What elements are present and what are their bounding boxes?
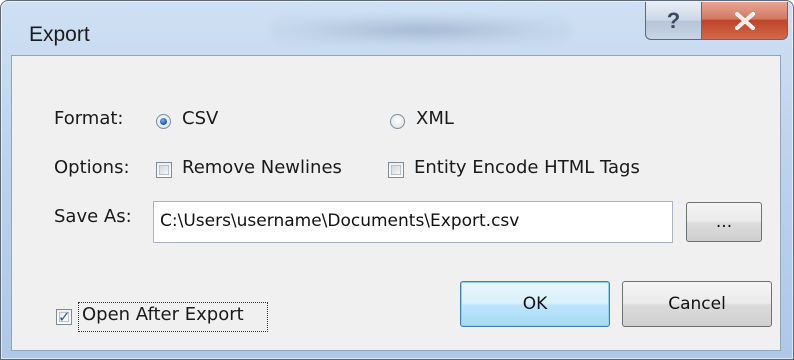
cancel-button-label: Cancel bbox=[668, 294, 726, 314]
ok-button-label: OK bbox=[522, 294, 548, 314]
checkmark-icon: ✓ bbox=[58, 308, 71, 326]
radio-selected-dot bbox=[160, 118, 167, 125]
title-bar-background-blur bbox=[271, 15, 571, 45]
format-radio-xml-label[interactable]: XML bbox=[416, 108, 454, 129]
format-radio-xml[interactable] bbox=[390, 114, 405, 129]
cancel-button[interactable]: Cancel bbox=[622, 281, 772, 327]
export-dialog: Export ? Format: CSV XML Options: Remove… bbox=[0, 0, 794, 360]
save-as-label: Save As: bbox=[54, 206, 132, 227]
browse-button-label: ... bbox=[715, 212, 733, 232]
caption-buttons: ? bbox=[645, 2, 788, 42]
checkbox-inner bbox=[159, 165, 169, 175]
save-as-path-input[interactable]: C:\Users\username\Documents\Export.csv bbox=[153, 201, 673, 243]
entity-encode-checkbox[interactable] bbox=[388, 162, 404, 178]
format-radio-csv-label[interactable]: CSV bbox=[182, 108, 218, 129]
remove-newlines-label[interactable]: Remove Newlines bbox=[182, 157, 342, 178]
format-label: Format: bbox=[54, 108, 124, 129]
remove-newlines-checkbox[interactable] bbox=[156, 162, 172, 178]
window-title: Export bbox=[29, 23, 90, 46]
close-icon bbox=[734, 11, 755, 30]
title-bar[interactable]: Export ? bbox=[1, 1, 793, 55]
close-button[interactable] bbox=[701, 2, 788, 40]
options-label: Options: bbox=[54, 157, 130, 178]
entity-encode-label[interactable]: Entity Encode HTML Tags bbox=[414, 157, 640, 178]
dialog-body: Format: CSV XML Options: Remove Newlines… bbox=[11, 55, 781, 351]
open-after-export-checkbox[interactable]: ✓ bbox=[56, 308, 72, 326]
checkbox-inner bbox=[391, 165, 401, 175]
format-radio-csv[interactable] bbox=[156, 114, 171, 129]
ok-button[interactable]: OK bbox=[460, 281, 610, 327]
help-button[interactable]: ? bbox=[645, 2, 702, 40]
help-icon: ? bbox=[666, 7, 681, 33]
browse-button[interactable]: ... bbox=[686, 202, 762, 242]
open-after-export-label[interactable]: Open After Export bbox=[82, 304, 244, 325]
